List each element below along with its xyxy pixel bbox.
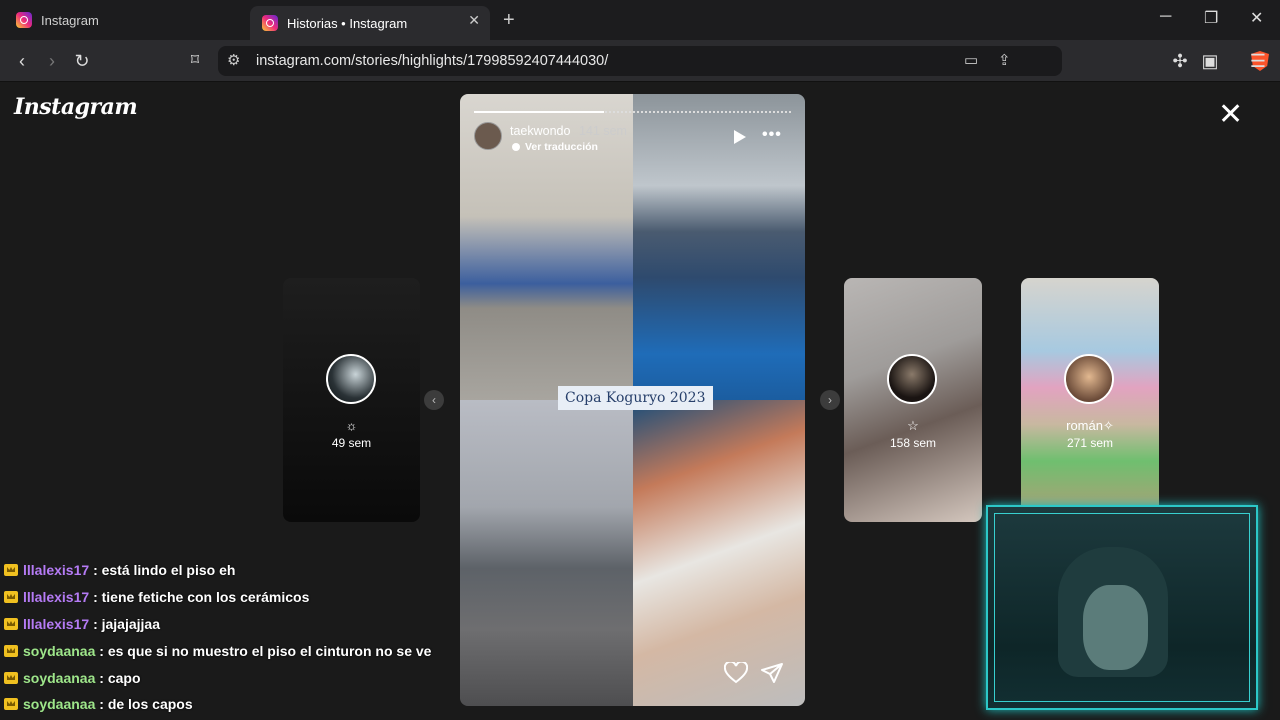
- story-time: 158 sem: [889, 436, 937, 450]
- close-viewer-button[interactable]: ✕: [1218, 100, 1243, 130]
- translate-link[interactable]: Ver traducción: [512, 141, 598, 153]
- chat-text: : capo: [99, 670, 141, 686]
- chat-text: : es que si no muestro el piso el cintur…: [99, 643, 432, 659]
- story-time: 271 sem: [1066, 436, 1114, 450]
- instagram-logo[interactable]: Instagram: [14, 94, 138, 120]
- instagram-favicon-icon: [16, 12, 32, 28]
- avatar: [1064, 354, 1114, 404]
- site-info-icon[interactable]: ⚙: [227, 51, 240, 69]
- next-story-button[interactable]: ›: [820, 390, 840, 410]
- bookmark-icon[interactable]: ⌑: [184, 50, 206, 72]
- forward-icon[interactable]: ›: [41, 50, 63, 72]
- chat-message: lllalexis17 : está lindo el piso eh: [4, 562, 444, 582]
- story-caption: Copa Koguryo 2023: [558, 386, 713, 410]
- chat-text: : tiene fetiche con los cerámicos: [93, 589, 310, 605]
- back-icon[interactable]: ‹: [11, 50, 33, 72]
- crown-badge-icon: [4, 564, 18, 576]
- story-photo-parking: [460, 400, 633, 706]
- streamer-face: [1083, 585, 1148, 670]
- chat-message: soydaanaa : es que si no muestro el piso…: [4, 643, 444, 663]
- prev-story-card[interactable]: ☼ 49 sem: [283, 278, 420, 522]
- story-username[interactable]: taekwondo: [510, 124, 570, 138]
- reload-icon[interactable]: ↻: [71, 50, 93, 72]
- chat-message: lllalexis17 : jajajajjaa: [4, 616, 444, 636]
- cast-icon[interactable]: ▭: [964, 51, 978, 69]
- instagram-favicon-icon: [262, 15, 278, 31]
- tab-historias[interactable]: Historias • Instagram ✕: [250, 6, 490, 40]
- chat-username: soydaanaa: [23, 643, 96, 659]
- crown-badge-icon: [4, 698, 18, 710]
- current-story[interactable]: taekwondo 141 sem Ver traducción ••• Cop…: [460, 94, 805, 706]
- chat-username: lllalexis17: [23, 562, 90, 578]
- extensions-icon[interactable]: ✣: [1169, 50, 1191, 72]
- close-tab-icon[interactable]: ✕: [468, 12, 480, 29]
- story-avatar[interactable]: [474, 122, 502, 150]
- crown-badge-icon: [4, 645, 18, 657]
- chat-text: : está lindo el piso eh: [93, 562, 236, 578]
- story-photo-medals: [633, 400, 805, 706]
- chat-message: soydaanaa : de los capos: [4, 696, 444, 716]
- chat-username: soydaanaa: [23, 696, 96, 712]
- close-window-button[interactable]: ✕: [1250, 8, 1263, 28]
- restore-button[interactable]: ❐: [1204, 8, 1218, 28]
- chat-message: soydaanaa : capo: [4, 670, 444, 690]
- next-story-card[interactable]: román✧ 271 sem: [1021, 278, 1159, 522]
- menu-icon[interactable]: ☰: [1247, 50, 1269, 72]
- chat-username: soydaanaa: [23, 670, 96, 686]
- avatar: [326, 354, 376, 404]
- like-heart-icon[interactable]: [724, 662, 748, 684]
- crown-badge-icon: [4, 591, 18, 603]
- story-owner-name: román✧: [1066, 418, 1114, 433]
- chat-text: : jajajajjaa: [93, 616, 160, 632]
- minimize-button[interactable]: ─: [1160, 8, 1171, 26]
- play-icon[interactable]: [734, 130, 746, 144]
- url-text[interactable]: instagram.com/stories/highlights/1799859…: [256, 53, 608, 69]
- tab-instagram[interactable]: Instagram: [8, 6, 238, 34]
- next-story-card[interactable]: ☆ 158 sem: [844, 278, 982, 522]
- webcam-overlay: [986, 505, 1258, 710]
- wallet-icon[interactable]: ▣: [1199, 50, 1221, 72]
- tab-bar: Instagram Historias • Instagram ✕ + ─ ❐ …: [0, 0, 1280, 40]
- crown-badge-icon: [4, 618, 18, 630]
- chat-text: : de los capos: [99, 696, 193, 712]
- more-options-icon[interactable]: •••: [762, 126, 782, 144]
- crown-badge-icon: [4, 672, 18, 684]
- story-progress-fill: [474, 111, 604, 113]
- story-time: 49 sem: [331, 436, 372, 450]
- share-icon[interactable]: ⇪: [998, 51, 1011, 69]
- story-time: 141 sem: [579, 124, 627, 138]
- prev-story-button[interactable]: ‹: [424, 390, 444, 410]
- address-bar[interactable]: ⚙ instagram.com/stories/highlights/17998…: [218, 46, 1269, 76]
- send-icon[interactable]: [760, 662, 784, 684]
- tab-label: Instagram: [41, 12, 99, 28]
- story-owner-name: ☆: [907, 418, 919, 433]
- tab-label: Historias • Instagram: [287, 15, 408, 31]
- browser-toolbar: ‹ › ↻ ⌑ ⚙ instagram.com/stories/highligh…: [0, 40, 1280, 82]
- story-owner-name: ☼: [345, 418, 358, 433]
- avatar: [887, 354, 937, 404]
- chat-username: lllalexis17: [23, 589, 90, 605]
- chat-username: lllalexis17: [23, 616, 90, 632]
- chat-message: lllalexis17 : tiene fetiche con los cerá…: [4, 589, 444, 609]
- new-tab-button[interactable]: +: [503, 9, 515, 32]
